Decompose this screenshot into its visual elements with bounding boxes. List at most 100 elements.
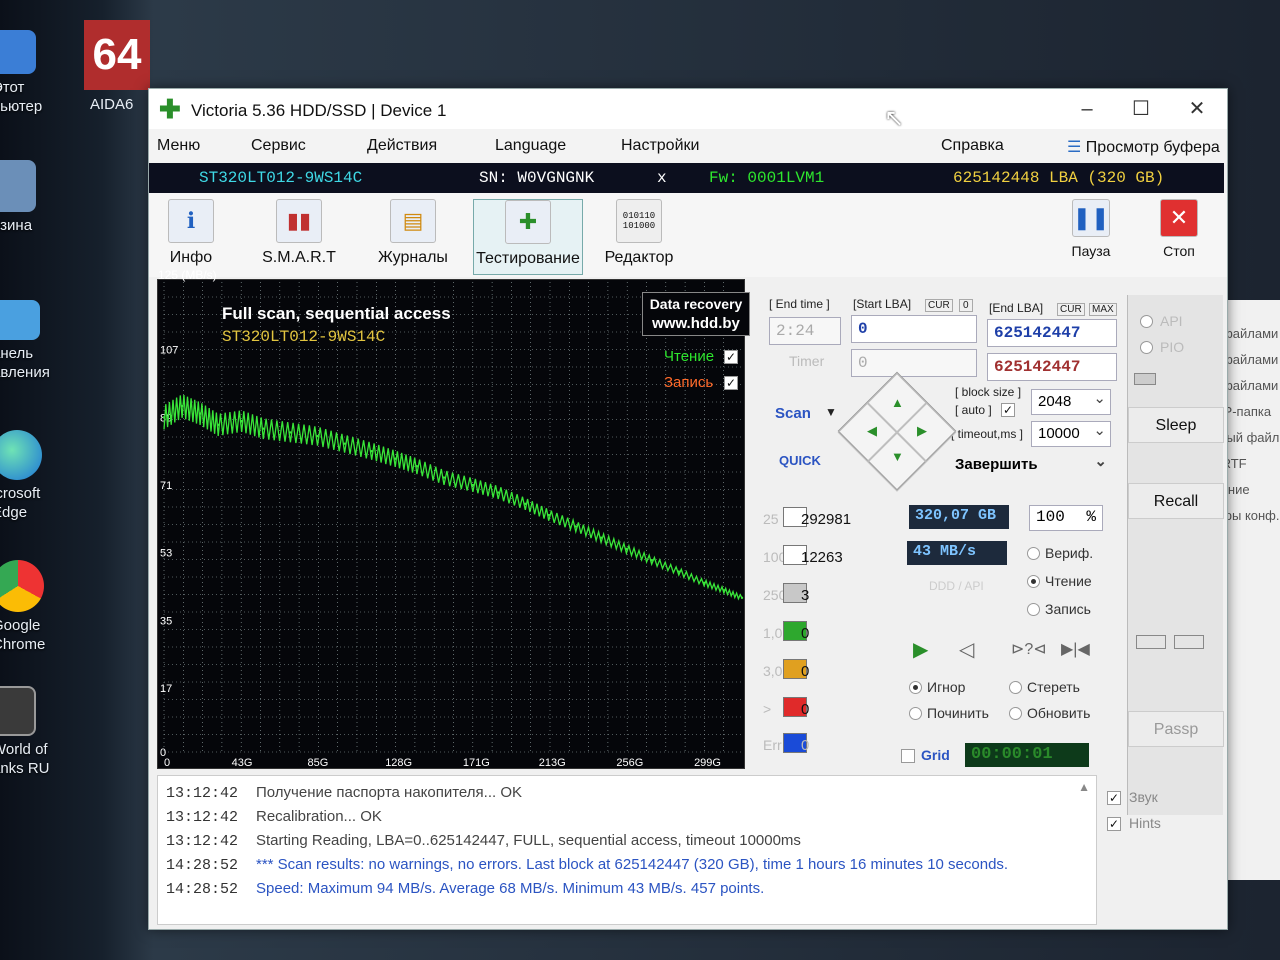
series-line <box>163 395 743 601</box>
chevron-down-icon[interactable]: ▼ <box>825 405 837 419</box>
api-label: API <box>1160 313 1183 329</box>
desktop-icon-label: icrosoft Edge <box>0 485 41 521</box>
legend-read-checkbox[interactable]: ✓ <box>724 350 738 364</box>
drive-lba: 625142448 LBA (320 GB) <box>953 169 1165 187</box>
timer-field[interactable]: 0 <box>851 349 977 377</box>
pio-radio[interactable] <box>1140 341 1153 354</box>
verify-label: Вериф. <box>1045 545 1094 561</box>
menu-help[interactable]: Справка <box>941 137 1004 155</box>
erase-radio[interactable] <box>1009 681 1022 694</box>
y-tick-label: 53 <box>160 548 172 560</box>
tab-editor[interactable]: 010110 101000 Редактор <box>601 199 677 275</box>
end-max-button[interactable]: MAX <box>1089 303 1117 316</box>
stop-label: Стоп <box>1163 243 1195 259</box>
menu-language[interactable]: Language <box>495 137 566 155</box>
block-size-select[interactable]: 2048 <box>1031 389 1111 415</box>
grid-checkbox[interactable] <box>901 749 915 763</box>
jump-button[interactable]: ⊳?⊲ <box>1011 639 1047 659</box>
menu-settings[interactable]: Настройки <box>621 137 699 155</box>
drive-info-bar: ST320LT012-9WS14C SN: W0VGNGNK x Fw: 000… <box>149 163 1224 193</box>
block-count: 0 <box>801 701 810 718</box>
window-title: Victoria 5.36 HDD/SSD | Device 1 <box>191 101 447 120</box>
legend-write: Запись <box>664 374 714 391</box>
hints-checkbox[interactable]: ✓ <box>1107 817 1121 831</box>
start-zero-button[interactable]: 0 <box>959 299 973 312</box>
tab-info[interactable]: ℹ Инфо <box>161 199 221 275</box>
finish-select[interactable]: Завершить <box>949 452 1111 479</box>
desktop-icon-chrome[interactable]: Google Chrome <box>0 560 122 654</box>
data-point <box>415 465 419 468</box>
menu-main[interactable]: Меню <box>157 137 200 155</box>
menu-actions[interactable]: Действия <box>367 137 437 155</box>
end-button[interactable]: ▶|◀ <box>1061 639 1090 659</box>
ignore-radio[interactable] <box>909 681 922 694</box>
back-button[interactable]: ◁ <box>959 637 974 662</box>
editor-binary-icon: 010110 101000 <box>616 199 662 243</box>
data-point <box>740 596 744 600</box>
maximize-button[interactable]: ☐ <box>1121 95 1161 123</box>
sleep-button[interactable]: Sleep <box>1128 407 1224 443</box>
desktop-icon-recycle-bin[interactable]: рзина <box>0 160 122 235</box>
tab-testing[interactable]: ✚ Тестирование <box>473 199 583 275</box>
desktop-icon-edge[interactable]: icrosoft Edge <box>0 430 122 522</box>
data-point <box>180 404 184 408</box>
play-button[interactable]: ▶ <box>913 637 928 662</box>
data-recovery-url: www.hdd.by <box>652 315 740 332</box>
menu-service[interactable]: Сервис <box>251 137 306 155</box>
sound-checkbox[interactable]: ✓ <box>1107 791 1121 805</box>
aida64-icon[interactable]: 64 <box>84 20 150 90</box>
close-button[interactable]: ✕ <box>1177 95 1217 123</box>
legend-write-checkbox[interactable]: ✓ <box>724 376 738 390</box>
log-line: 14:28:52 Speed: Maximum 94 MB/s. Average … <box>166 880 764 898</box>
verify-radio[interactable] <box>1027 547 1040 560</box>
log-time: 14:28:52 <box>166 881 239 898</box>
computer-icon <box>0 30 36 74</box>
testing-icon: ✚ <box>505 200 551 244</box>
quick-button[interactable]: QUICK <box>779 453 821 468</box>
block-size-label: [ block size ] <box>955 385 1022 399</box>
block-count: 12263 <box>801 549 843 566</box>
tab-smart[interactable]: ▮▮ S.M.A.R.T <box>259 199 339 275</box>
end-time-field[interactable]: 2:24 <box>769 317 841 345</box>
block-count: 292981 <box>801 511 852 528</box>
block-count: 0 <box>801 663 810 680</box>
end-lba-field[interactable]: 625142447 <box>987 319 1117 347</box>
stop-button[interactable]: ✕ Стоп <box>1149 199 1209 275</box>
recall-button[interactable]: Recall <box>1128 483 1224 519</box>
data-point <box>524 502 527 506</box>
data-point <box>343 442 346 445</box>
read-radio[interactable] <box>1027 575 1040 588</box>
chrome-icon <box>0 560 44 612</box>
passp-button[interactable]: Passp <box>1128 711 1224 747</box>
start-lba-field[interactable]: 0 <box>851 315 977 343</box>
toolbar: ℹ Инфо ▮▮ S.M.A.R.T ▤ Журналы ✚ Тестиров… <box>149 193 1227 277</box>
scan-mode-select[interactable]: Scan <box>775 405 811 422</box>
write-radio[interactable] <box>1027 603 1040 616</box>
tab-logs[interactable]: ▤ Журналы <box>375 199 451 275</box>
start-cur-button[interactable]: CUR <box>925 299 953 312</box>
pause-button[interactable]: ❚❚ Пауза <box>1061 199 1121 275</box>
graph-title: Full scan, sequential access <box>222 304 451 323</box>
desktop-icon-world-of-tanks[interactable]: World of anks RU <box>0 686 122 778</box>
auto-checkbox[interactable]: ✓ <box>1001 403 1015 417</box>
logs-folder-icon: ▤ <box>390 199 436 243</box>
timeout-select[interactable]: 10000 <box>1031 421 1111 447</box>
title-bar[interactable]: ✚ Victoria 5.36 HDD/SSD | Device 1 – ☐ ✕ <box>149 89 1227 129</box>
data-recovery-box: Data recovery www.hdd.by <box>642 292 750 336</box>
drive-serial: SN: W0VGNGNK <box>479 169 595 187</box>
repair-radio[interactable] <box>909 707 922 720</box>
speed-display: 43 MB/s <box>907 541 1007 565</box>
minimize-button[interactable]: – <box>1067 95 1107 123</box>
api-radio[interactable] <box>1140 315 1153 328</box>
buffer-view-button[interactable]: ☰ Просмотр буфера <box>1067 137 1220 157</box>
desktop-icon-control-panel[interactable]: анель авления <box>0 300 122 382</box>
scroll-up-icon[interactable]: ▲ <box>1078 780 1090 794</box>
end-cur-button[interactable]: CUR <box>1057 303 1085 316</box>
drive-close-button[interactable]: x <box>657 169 667 187</box>
indicator-box <box>1136 635 1166 649</box>
refresh-radio[interactable] <box>1009 707 1022 720</box>
data-point <box>722 589 726 592</box>
victoria-cross-icon: ✚ <box>159 94 181 124</box>
edge-icon <box>0 430 42 480</box>
right-side-panel: API PIO Sleep Recall Passp <box>1127 295 1224 815</box>
